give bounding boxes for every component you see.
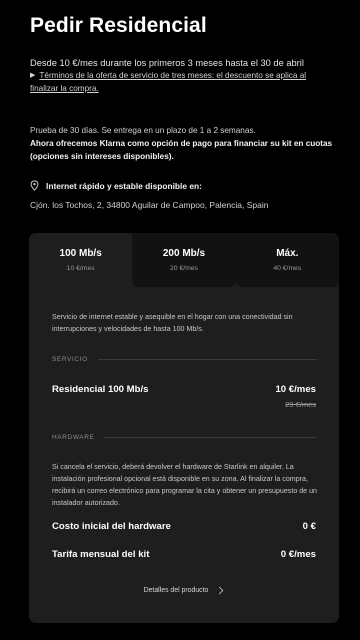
- tab-label: Máx.: [276, 248, 299, 259]
- tab-label: 100 Mb/s: [59, 248, 102, 259]
- kit-fee-label: Tarifa mensual del kit: [52, 549, 150, 560]
- availability-heading: Internet rápido y estable disponible en:: [30, 180, 202, 191]
- speed-tabs: 100 Mb/s 10 €/mes 200 Mb/s 20 €/mes Máx.…: [29, 233, 339, 287]
- tab-price: 20 €/mes: [170, 265, 198, 272]
- trial-info: Prueba de 30 días. Se entrega en un plaz…: [30, 126, 256, 135]
- page-title: Pedir Residencial: [30, 14, 207, 37]
- hardware-section-label: HARDWARE: [52, 434, 317, 441]
- service-price: 10 €/mes: [275, 384, 316, 395]
- service-address: Cjón. los Tochos, 2, 34800 Aguilar de Ca…: [30, 200, 269, 210]
- tab-200-mbps[interactable]: 200 Mb/s 20 €/mes: [132, 233, 236, 287]
- section-label-text: SERVICIO: [52, 356, 88, 363]
- klarna-info: Ahora ofrecemos Klarna como opción de pa…: [30, 139, 333, 161]
- service-old-price: 29 €/mes: [285, 400, 316, 409]
- plan-card: 100 Mb/s 10 €/mes 200 Mb/s 20 €/mes Máx.…: [29, 233, 339, 623]
- tab-price: 40 €/mes: [273, 265, 302, 272]
- service-row: Residencial 100 Mb/s 10 €/mes: [52, 384, 316, 395]
- section-label-text: HARDWARE: [52, 434, 95, 441]
- tab-label: 200 Mb/s: [162, 248, 206, 259]
- hardware-cost-value: 0 €: [302, 521, 316, 532]
- service-section-label: SERVICIO: [52, 356, 317, 363]
- offer-terms-text[interactable]: Términos de la oferta de servicio de tre…: [30, 71, 306, 93]
- kit-fee-row: Tarifa mensual del kit 0 €/mes: [52, 549, 316, 560]
- availability-label: Internet rápido y estable disponible en:: [46, 180, 202, 191]
- divider: [97, 359, 317, 360]
- product-details-link[interactable]: Detalles del producto: [29, 586, 339, 595]
- hardware-cost-label: Costo inicial del hardware: [52, 521, 171, 532]
- hardware-note: Si cancela el servicio, deberá devolver …: [52, 463, 317, 507]
- kit-fee-value: 0 €/mes: [280, 549, 316, 560]
- chevron-right-icon: [219, 586, 224, 595]
- divider: [104, 437, 317, 438]
- tab-max[interactable]: Máx. 40 €/mes: [235, 233, 339, 287]
- service-name: Residencial 100 Mb/s: [52, 384, 149, 395]
- promo-text: Desde 10 €/mes durante los primeros 3 me…: [30, 58, 304, 68]
- location-pin-icon: [30, 180, 39, 191]
- plan-description: Servicio de internet estable y asequible…: [52, 313, 293, 333]
- product-details-label[interactable]: Detalles del producto: [144, 587, 209, 594]
- offer-terms-link[interactable]: ▶ Términos de la oferta de servicio de tr…: [30, 70, 335, 95]
- tab-price: 10 €/mes: [66, 265, 95, 272]
- triangle-right-icon: ▶: [30, 72, 36, 79]
- hardware-cost-row: Costo inicial del hardware 0 €: [52, 521, 316, 532]
- tab-100-mbps[interactable]: 100 Mb/s 10 €/mes: [29, 233, 133, 287]
